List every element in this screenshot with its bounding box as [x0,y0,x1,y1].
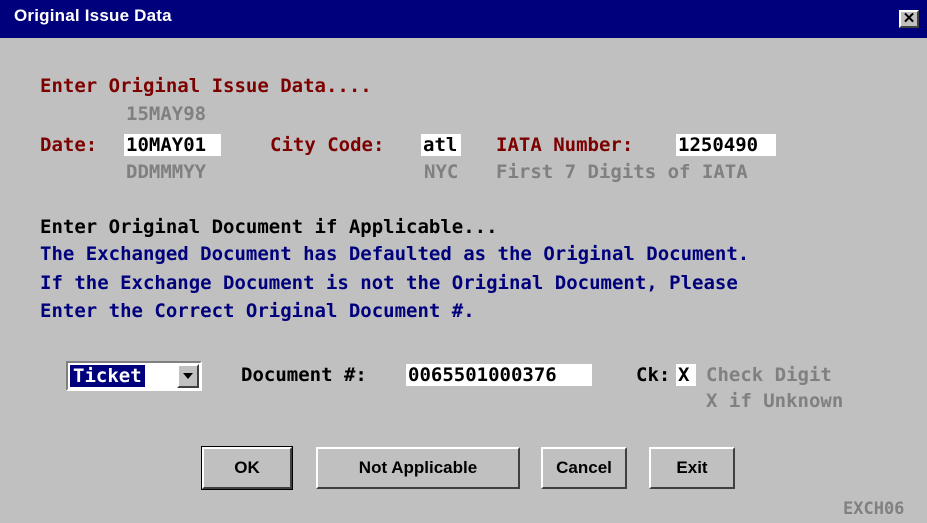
chevron-down-icon [183,373,193,379]
iata-number-label: IATA Number: [496,134,634,156]
city-code-hint: NYC [424,161,459,183]
unknown-hint: X if Unknown [706,390,844,412]
city-code-field[interactable]: atl [421,134,461,156]
info-line-3: Enter the Correct Original Document #. [40,300,475,322]
date-field[interactable]: 10MAY01 [124,134,221,156]
document-number-label: Document #: [241,364,367,386]
original-date-hint: 15MAY98 [126,103,207,125]
original-document-heading: Enter Original Document if Applicable... [40,216,498,238]
document-type-value: Ticket [70,365,145,387]
document-number-field[interactable]: 0065501000376 [406,364,592,386]
title-bar: Original Issue Data ✕ [0,0,927,38]
exit-button[interactable]: Exit [649,447,735,489]
check-digit-hint: Check Digit [706,364,832,386]
info-line-1: The Exchanged Document has Defaulted as … [40,243,750,265]
check-digit-field[interactable]: X [676,364,696,386]
close-button[interactable]: ✕ [899,10,919,28]
date-format-hint: DDMMMYY [126,161,207,183]
document-type-select[interactable]: Ticket [66,361,202,391]
iata-number-field[interactable]: 1250490 [676,134,776,156]
not-applicable-button[interactable]: Not Applicable [316,447,520,489]
iata-hint: First 7 Digits of IATA [496,161,748,183]
city-code-label: City Code: [270,134,385,156]
window-title: Original Issue Data [14,6,172,25]
screen-code: EXCH06 [843,499,905,519]
date-label: Date: [40,134,98,156]
info-line-2: If the Exchange Document is not the Orig… [40,272,738,294]
cancel-button[interactable]: Cancel [541,447,627,489]
dropdown-button[interactable] [177,364,199,388]
close-icon: ✕ [902,10,916,27]
check-digit-label: Ck: [636,364,671,386]
ok-button[interactable]: OK [201,446,293,490]
issue-data-heading: Enter Original Issue Data.... [40,75,372,97]
